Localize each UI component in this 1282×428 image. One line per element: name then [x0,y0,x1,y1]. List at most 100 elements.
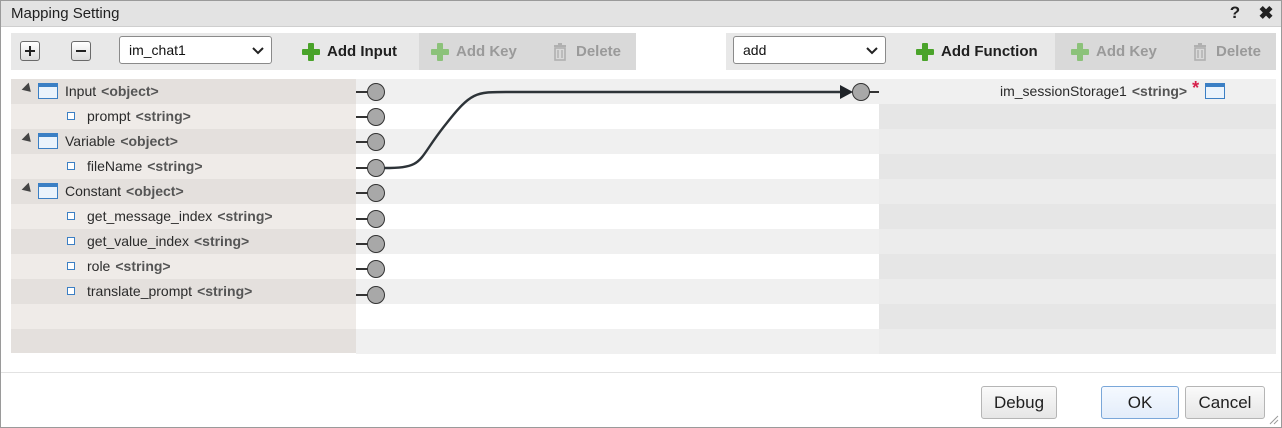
node-type: <string> [1131,83,1188,99]
node-name: Input [65,83,97,99]
function-toolbar: add Add Function Add Key Delete [726,33,1276,70]
node-type: <string> [193,233,250,249]
row-stripe [11,254,356,279]
source-select[interactable]: im_chat1 [119,36,272,64]
delete-button-right[interactable]: Delete [1171,33,1276,70]
object-node-icon [38,83,58,99]
node-name: get_message_index [87,208,213,224]
field-node-icon [67,162,75,170]
add-green-icon [916,42,934,61]
node-name: prompt [87,108,131,124]
add-green-icon [431,42,449,61]
row-stripe [356,279,879,304]
mapping-connection-line[interactable] [356,79,879,179]
tree-node[interactable]: Input <object> [38,81,159,101]
tree-node[interactable]: get_message_index <string> [67,206,273,226]
tree-node[interactable]: Variable <object> [38,131,178,151]
field-node-icon [67,212,75,220]
row-stripe [879,129,1276,154]
node-type: <string> [217,208,273,224]
tree-node[interactable]: fileName <string> [67,156,203,176]
debug-button[interactable]: Debug [981,386,1057,419]
node-name: translate_prompt [87,283,193,299]
add-green-icon [1071,42,1089,61]
object-node-icon [38,133,58,149]
cancel-button[interactable]: Cancel [1185,386,1265,419]
delete-label: Delete [576,43,622,60]
footer-divider [1,372,1281,373]
row-stripe [879,329,1276,354]
node-name: im_sessionStorage1 [1000,83,1127,99]
row-stripe [879,279,1276,304]
node-name: fileName [87,158,143,174]
source-select-value: im_chat1 [129,42,186,58]
node-type: <object> [120,133,178,149]
add-function-button[interactable]: Add Function [907,33,1055,70]
field-node-icon [67,287,75,295]
source-toolbar: im_chat1 Add Input Add Key Delete [11,33,636,70]
node-name: get_value_index [87,233,189,249]
object-node-icon [38,183,58,199]
chevron-down-icon [866,47,878,55]
node-name: role [87,258,111,274]
resize-grip-icon[interactable] [1267,413,1279,425]
source-port[interactable] [367,235,385,253]
tree-node[interactable]: role <string> [67,256,171,276]
add-input-label: Add Input [327,43,397,60]
row-stripe [356,179,879,204]
ok-button[interactable]: OK [1101,386,1179,419]
target-port[interactable] [852,83,870,101]
port-stub [869,91,879,93]
row-stripe [356,329,879,354]
tree-node[interactable]: translate_prompt <string> [67,281,252,301]
trash-icon [1194,42,1206,61]
chevron-down-icon [252,47,264,55]
source-port[interactable] [367,210,385,228]
row-stripe [11,304,356,329]
node-type: <string> [135,108,191,124]
field-node-icon [67,237,75,245]
title-bar[interactable]: Mapping Setting ? ✖ [1,1,1281,27]
trash-icon [554,42,566,61]
node-name: Constant [65,183,122,199]
add-input-button[interactable]: Add Input [293,33,417,70]
function-select-value: add [743,42,767,58]
node-name: Variable [65,133,116,149]
node-type: <object> [101,83,159,99]
target-node[interactable]: im_sessionStorage1 <string> * [1000,77,1226,101]
field-node-icon [67,262,75,270]
function-select[interactable]: add [733,36,886,64]
row-stripe [879,179,1276,204]
node-type: <string> [197,283,253,299]
source-port[interactable] [367,286,385,304]
row-stripe [879,229,1276,254]
tree-node[interactable]: prompt <string> [67,106,191,126]
target-panel [879,79,1276,353]
object-node-icon [1205,83,1226,99]
source-port[interactable] [367,184,385,202]
tree-node[interactable]: Constant <object> [38,181,184,201]
field-node-icon [67,112,75,120]
mapping-setting-dialog: Mapping Setting ? ✖ im_chat1 Add Input A… [0,0,1282,428]
close-icon[interactable]: ✖ [1257,3,1275,23]
collapse-all-button[interactable] [71,41,91,61]
dialog-title: Mapping Setting [11,5,120,22]
add-function-label: Add Function [941,43,1038,60]
row-stripe [356,229,879,254]
add-key-button-left[interactable]: Add Key [419,33,535,70]
delete-button-left[interactable]: Delete [535,33,636,70]
node-type: <string> [115,258,171,274]
node-type: <string> [147,158,203,174]
add-green-icon [302,42,320,61]
required-marker: * [1192,77,1200,98]
node-type: <object> [126,183,184,199]
add-key-label: Add Key [1096,43,1157,60]
tree-node[interactable]: get_value_index <string> [67,231,249,251]
add-key-button-right[interactable]: Add Key [1055,33,1171,70]
add-key-label: Add Key [456,43,517,60]
delete-label: Delete [1216,43,1262,60]
source-port[interactable] [367,260,385,278]
help-icon[interactable]: ? [1227,3,1243,23]
minus-icon [76,50,86,52]
expand-all-button[interactable] [20,41,40,61]
